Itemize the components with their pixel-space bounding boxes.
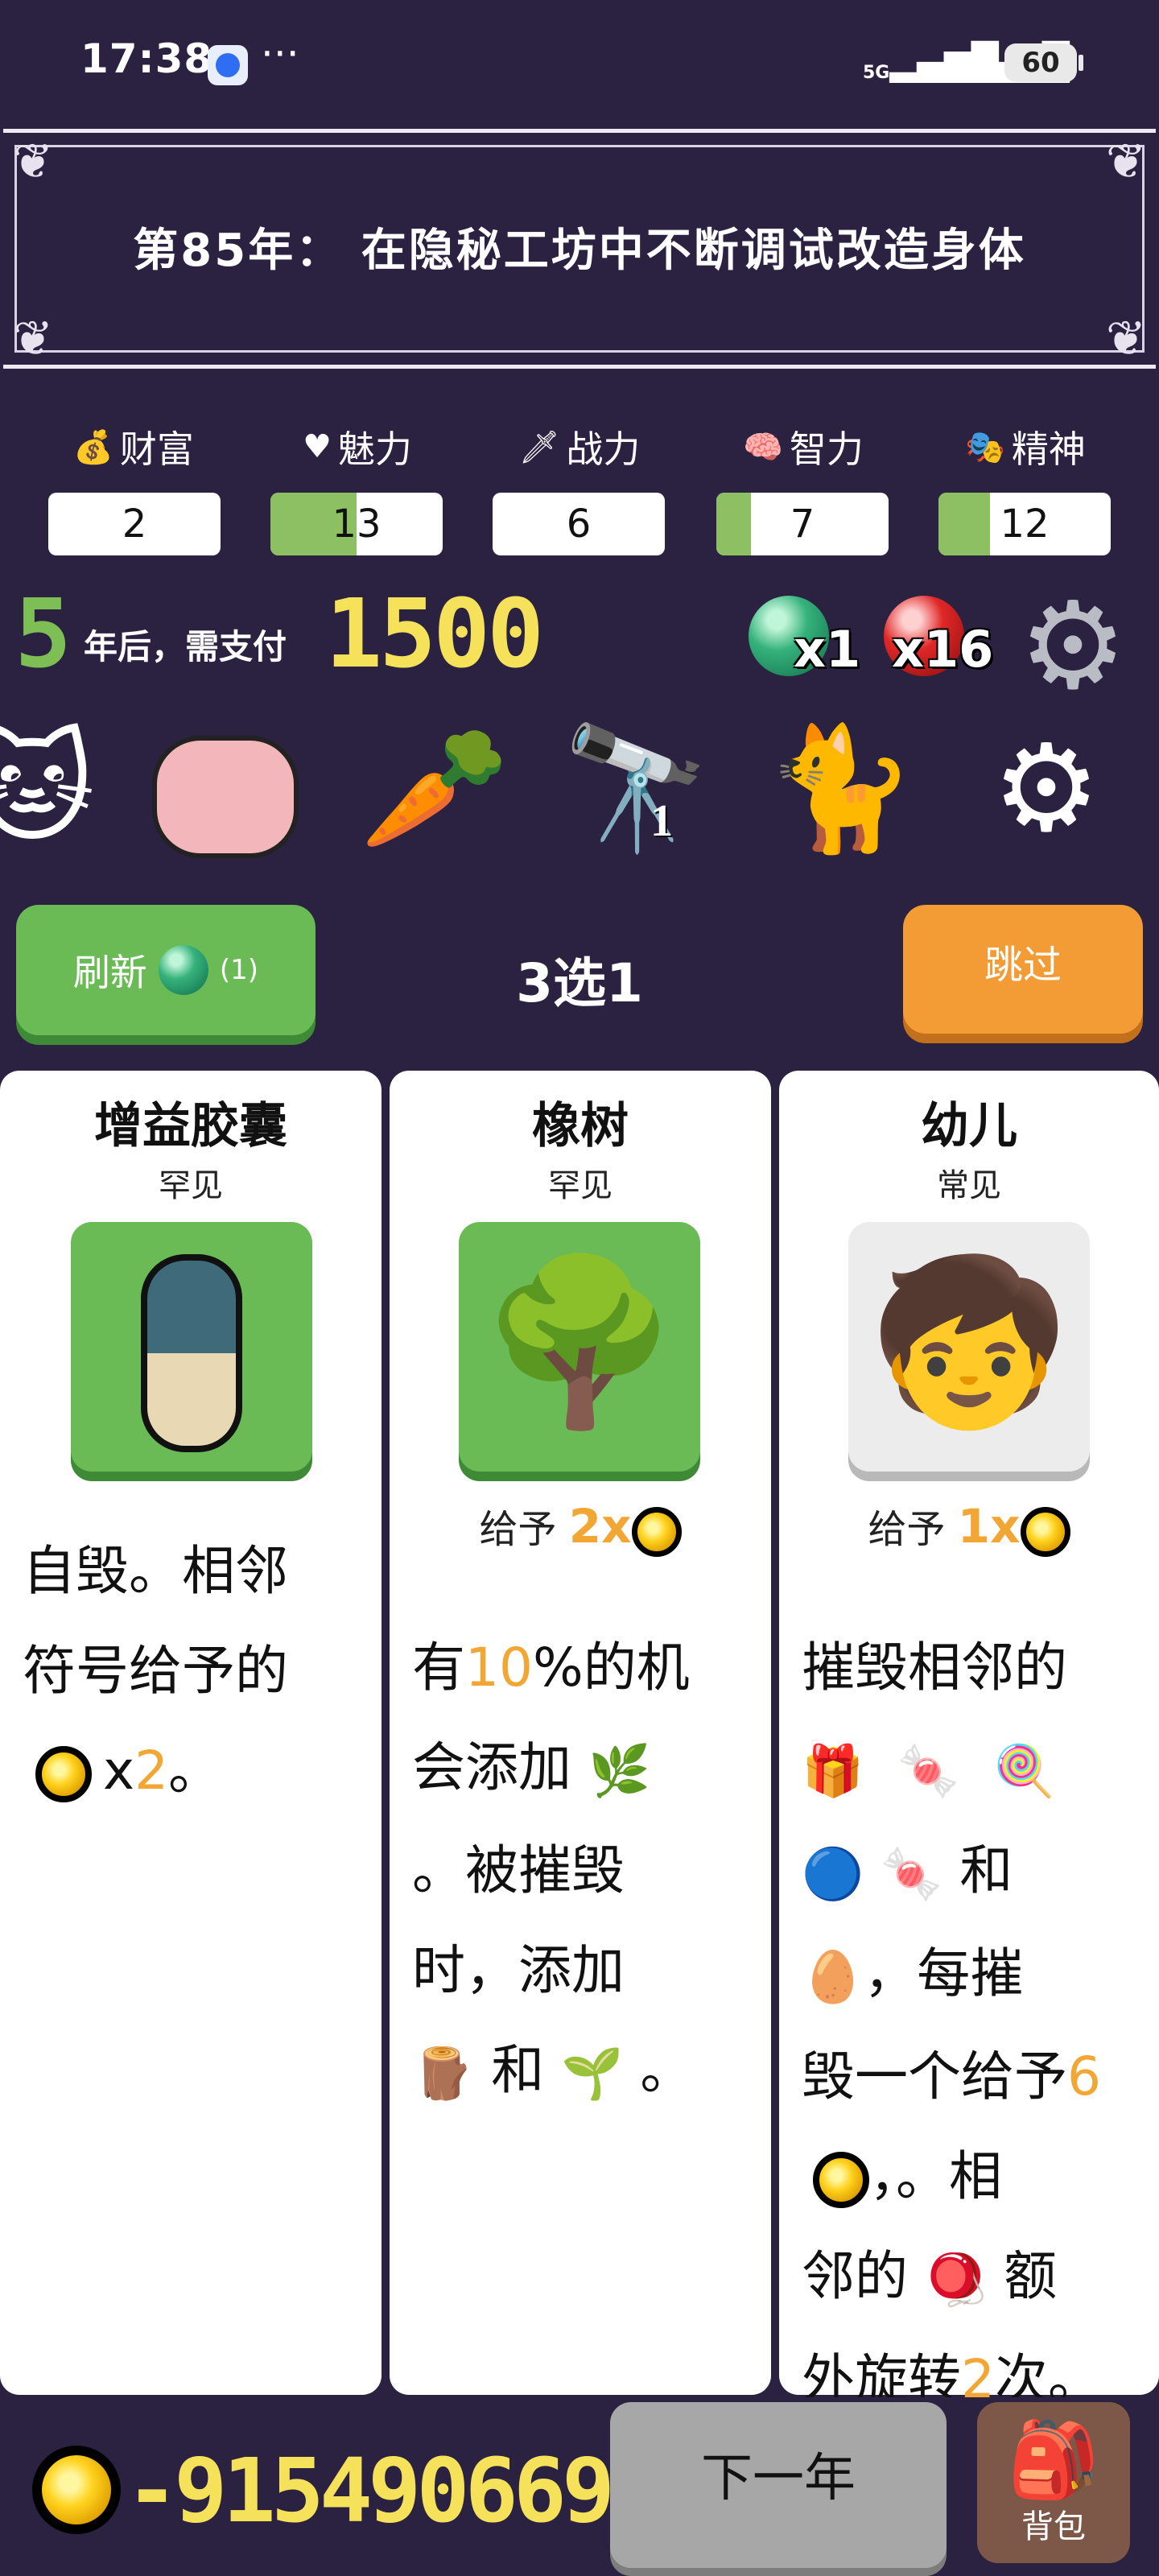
tree-icon: 🌳 <box>459 1222 700 1472</box>
refresh-count: (1) <box>219 954 259 986</box>
sprout-icon: 🌱 <box>561 2043 624 2103</box>
card-name: 幼儿 <box>921 1098 1017 1154</box>
rent-years: 5 <box>14 578 72 689</box>
refresh-label: 刷新 <box>72 951 147 994</box>
card-give: 给予 2x <box>390 1497 771 1557</box>
coin-icon <box>35 1745 92 1802</box>
spinning-top-icon: 🪀 <box>924 2249 988 2309</box>
child-icon: 🧒 <box>848 1222 1090 1472</box>
card-rarity: 常见 <box>937 1167 1001 1204</box>
app-notification-icon <box>208 45 248 85</box>
carrot-icon[interactable]: 🥕 <box>354 708 515 869</box>
gift-icon: 🎁 <box>802 1740 864 1800</box>
pick-title: 3选1 <box>516 952 643 1014</box>
stat-value-charm: 13 <box>270 493 443 555</box>
choice-card-capsule[interactable]: 增益胶囊 罕见 自毁。相邻 符号给予的 x2。 <box>0 1071 382 2395</box>
stat-value-wealth: 2 <box>48 493 221 555</box>
coin-icon <box>813 2151 869 2208</box>
capsule-icon <box>71 1222 312 1472</box>
candy-cane-icon: 🍭 <box>993 1740 1056 1800</box>
branch-icon: 🌿 <box>588 1740 651 1800</box>
stat-label-charm: ♥ 魅力 <box>303 427 412 471</box>
stat-value-intellect: 7 <box>716 493 889 555</box>
stat-label-intellect: 🧠 智力 <box>743 427 864 471</box>
card-rarity: 罕见 <box>159 1167 223 1204</box>
backpack-button[interactable]: 🎒 背包 <box>977 2402 1130 2563</box>
card-description: 自毁。相邻 符号给予的 x2。 <box>23 1540 288 1802</box>
card-description: 摧毁相邻的 🎁 🍬 🍭 🔵 🍬 和 🥚，每摧 毁一个给予6 ，。相 邻的 🪀 额… <box>802 1637 1101 2410</box>
battery-icon: 60 <box>1004 43 1083 82</box>
choice-card-oak[interactable]: 橡树 罕见 🌳 给予 2x 有10%的机 会添加 🌿 。被摧毁 时，添加 🪵 和… <box>390 1071 771 2395</box>
coin-icon <box>32 2446 121 2534</box>
card-name: 增益胶囊 <box>94 1098 287 1154</box>
telescope-icon[interactable]: 🔭 <box>555 708 716 869</box>
stat-value-spirit: 12 <box>938 493 1111 555</box>
ornament-corner-icon: ❦ <box>12 134 54 190</box>
ball-icon: 🔵 <box>802 1843 864 1903</box>
rent-text: 年后，需支付 <box>84 627 287 667</box>
more-notifications-icon: ··· <box>261 31 299 77</box>
backpack-icon: 🎒 <box>1007 2417 1100 2503</box>
card-rarity: 罕见 <box>548 1167 612 1204</box>
settings-gear-icon[interactable]: ⚙ <box>1014 586 1132 707</box>
card-give: 给予 1x <box>779 1497 1159 1557</box>
coin-icon <box>1020 1507 1070 1557</box>
red-gem-count: x16 <box>892 620 994 679</box>
egg-icon: 🥚 <box>802 1946 864 2006</box>
card-name: 橡树 <box>532 1098 629 1154</box>
rent-amount: 1500 <box>325 578 544 689</box>
next-year-button[interactable]: 下一年 <box>610 2402 947 2568</box>
money-bag-icon: 💰 <box>73 428 113 466</box>
stat-label-combat: 🗡 战力 <box>518 427 641 471</box>
ornament-corner-icon: ❦ <box>12 311 54 367</box>
wrapped-candy-icon: 🍬 <box>881 1843 943 1903</box>
heart-icon: ♥ <box>303 428 332 465</box>
brain-icon: 🧠 <box>743 428 783 466</box>
sword-icon: 🗡 <box>518 428 560 466</box>
cog-icon[interactable]: ⚙ <box>966 708 1127 869</box>
pillow-icon[interactable] <box>145 708 306 869</box>
signal-label: 5G <box>863 63 890 83</box>
year-title: 第85年： 在隐秘工坊中不断调试改造身体 <box>133 225 1026 277</box>
green-gem-icon <box>158 945 208 995</box>
ornament-corner-icon: ❦ <box>1105 311 1147 367</box>
status-time: 17:38 <box>80 35 213 82</box>
stat-label-spirit: 🎭 精神 <box>965 427 1086 471</box>
masks-icon: 🎭 <box>965 428 1005 466</box>
telescope-count-badge: 1 <box>650 796 673 846</box>
card-description: 有10%的机 会添加 🌿 。被摧毁 时，添加 🪵 和 🌱 。 <box>412 1618 753 2124</box>
stat-label-wealth: 💰 财富 <box>73 427 194 471</box>
skip-button[interactable]: 跳过 <box>903 905 1143 1034</box>
backpack-label: 背包 <box>1021 2508 1086 2545</box>
choice-card-child[interactable]: 幼儿 常见 🧒 给予 1x 摧毁相邻的 🎁 🍬 🍭 🔵 🍬 和 🥚，每摧 毁一个… <box>779 1071 1159 2410</box>
signal-label: 5G <box>934 63 961 83</box>
coin-icon <box>631 1507 682 1557</box>
log-icon: 🪵 <box>412 2043 475 2103</box>
refresh-button[interactable]: 刷新 (1) <box>16 905 316 1035</box>
green-gem-count: x1 <box>794 620 861 679</box>
ornament-corner-icon: ❦ <box>1105 134 1147 190</box>
black-cat-icon[interactable]: 🐈 <box>760 708 921 869</box>
cat-icon[interactable]: 🐱 <box>0 708 113 869</box>
stat-value-combat: 6 <box>493 493 665 555</box>
candy-icon: 🍬 <box>897 1740 960 1800</box>
